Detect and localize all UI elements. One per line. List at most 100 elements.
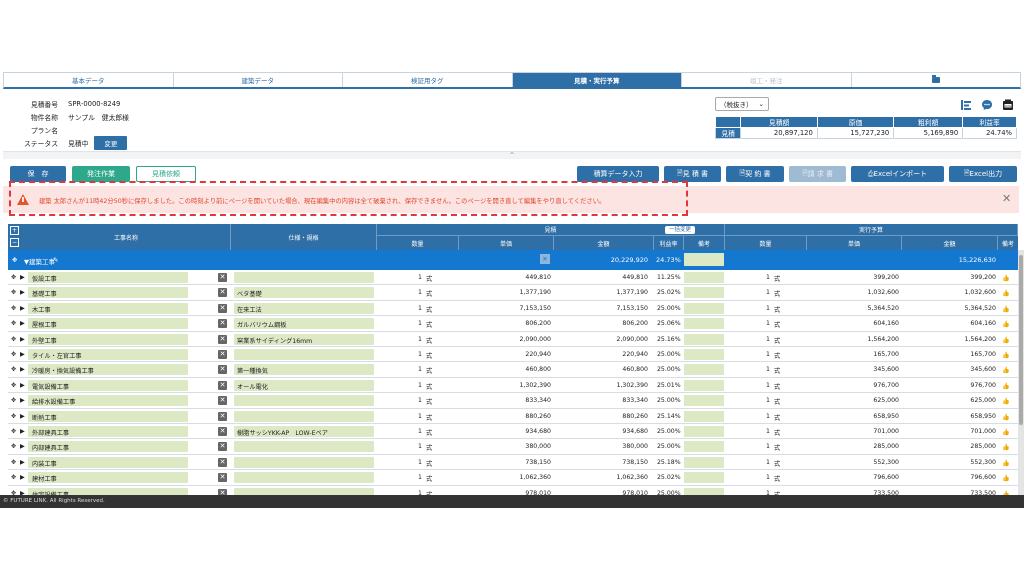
tab-verification-tag[interactable]: 検証用タグ	[343, 73, 513, 87]
drag-handle-icon[interactable]: ✥	[11, 289, 16, 296]
thumb-icon[interactable]: 👍	[1002, 320, 1010, 328]
table-row[interactable]: ✥ ▶ タイル・左官工事 ✕ 1 式 220,940 220,940 25.00% 1 式 165,7…	[8, 347, 1018, 363]
note-field[interactable]	[684, 302, 724, 314]
expand-icon[interactable]: ▶	[20, 274, 25, 281]
drag-handle-icon[interactable]: ✥	[11, 382, 16, 389]
expand-icon[interactable]: ▶	[20, 443, 25, 450]
drag-handle-icon[interactable]: ✥	[11, 320, 16, 327]
expand-icon[interactable]: ▶	[20, 474, 25, 481]
estimate-doc-button[interactable]: 🗎 見 積 書	[664, 166, 721, 182]
bulk-change-button[interactable]: 一括変更	[662, 226, 698, 234]
table-row[interactable]: ✥ ▶ 建材工事 ✕ 1 式 1,062,360 1,062,360 25.02% 1 式 796,6…	[8, 470, 1018, 486]
table-row[interactable]: ✥ ▶ 内部建具工事 ✕ 1 式 380,000 380,000 25.00% 1 式 285,000…	[8, 439, 1018, 455]
expand-icon[interactable]: ▶	[20, 305, 25, 312]
spec-field[interactable]	[234, 395, 374, 407]
expand-icon[interactable]: ▶	[20, 428, 25, 435]
drag-handle-icon[interactable]: ✥	[11, 336, 16, 343]
drag-handle-icon[interactable]: ✥	[11, 305, 16, 312]
table-row[interactable]: ✥ ▶ 木工事 ✕ 在来工法 1 式 7,153,150 7,153,150 25.00% 1 式 5,…	[8, 301, 1018, 317]
drag-handle-icon[interactable]: ✥	[11, 274, 16, 281]
drag-handle-icon[interactable]: ✥	[12, 256, 17, 264]
delete-icon[interactable]: ✕	[218, 457, 227, 467]
delete-icon[interactable]: ✕	[218, 334, 227, 344]
delete-icon[interactable]: ✕	[218, 411, 227, 421]
order-work-button[interactable]: 発注作業	[72, 166, 130, 182]
change-status-button[interactable]: 変更	[94, 135, 128, 150]
delete-icon[interactable]: ✕	[218, 303, 227, 313]
estimate-request-button[interactable]: 見積依頼	[136, 166, 196, 182]
thumb-icon[interactable]: 👍	[1002, 459, 1010, 467]
scrollbar-thumb[interactable]	[1019, 255, 1023, 425]
thumb-icon[interactable]: 👍	[1002, 305, 1010, 313]
drag-handle-icon[interactable]: ✥	[11, 413, 16, 420]
delete-icon[interactable]: ✕	[218, 288, 227, 298]
table-row[interactable]: ✥ ▶ 電気設備工事 ✕ オール電化 1 式 1,302,390 1,302,390 25.01%…	[8, 378, 1018, 394]
spec-field[interactable]	[234, 349, 374, 360]
edit-icon[interactable]: ✎	[53, 256, 58, 264]
note-field[interactable]	[684, 472, 724, 484]
table-row[interactable]: ✥ ▶ 屋根工事 ✕ ガルバリウム鋼板 1 式 806,200 806,200 25.06% 1 式 6…	[8, 316, 1018, 332]
note-field[interactable]	[684, 456, 724, 468]
tab-basic-data[interactable]: 基本データ	[4, 73, 174, 87]
table-row[interactable]: ✥ ▶ 冷暖房・換気設備工事 ✕ 第一種換気 1 式 460,800 460,800 25.00%…	[8, 362, 1018, 378]
expand-icon[interactable]: ▶	[20, 382, 25, 389]
thumb-icon[interactable]: 👍	[1002, 336, 1010, 344]
item-name-field[interactable]	[28, 302, 188, 314]
expand-icon[interactable]: ▶	[20, 413, 25, 420]
expand-icon[interactable]: ▶	[20, 320, 25, 327]
delete-icon[interactable]: ✕	[218, 273, 227, 282]
tab-building-data[interactable]: 建築データ	[174, 73, 343, 87]
drag-handle-icon[interactable]: ✥	[11, 428, 16, 435]
thumb-icon[interactable]: 👍	[1002, 428, 1010, 436]
log-icon[interactable]: LOG	[1002, 99, 1014, 111]
delete-icon[interactable]: ✕	[218, 350, 227, 359]
table-row[interactable]: ✥ ▶ 外壁工事 ✕ 窯業系サイディング16mm 1 式 2,090,000 2,090,000…	[8, 332, 1018, 347]
table-row[interactable]: ✥ ▶ 給排水設備工事 ✕ 1 式 833,340 833,340 25.00% 1 式 625,00…	[8, 393, 1018, 409]
close-icon[interactable]: ✕	[1002, 192, 1011, 205]
spec-field[interactable]	[234, 410, 374, 422]
category-row[interactable]: ✥ ▼建築工事 ✎ ✕ 20,229,920 24.73% 15,226,630	[8, 250, 1018, 270]
note-field[interactable]	[684, 318, 724, 330]
note-field[interactable]	[684, 287, 724, 299]
delete-icon[interactable]: ✕	[218, 442, 227, 452]
contract-doc-button[interactable]: 🗎 契 約 書	[726, 166, 784, 182]
note-field[interactable]	[684, 349, 724, 360]
thumb-icon[interactable]: 👍	[1002, 443, 1010, 451]
expand-icon[interactable]: ▶	[20, 289, 25, 296]
note-field[interactable]	[684, 426, 724, 437]
spec-field[interactable]	[234, 456, 374, 468]
note-field[interactable]	[684, 272, 724, 283]
spec-field[interactable]	[234, 441, 374, 453]
table-row[interactable]: ✥ ▶ 基礎工事 ✕ ベタ基礎 1 式 1,377,190 1,377,190 25.02% 1 式 1…	[8, 285, 1018, 301]
thumb-icon[interactable]: 👍	[1002, 413, 1010, 421]
thumb-icon[interactable]: 👍	[1002, 366, 1010, 374]
collapse-all-icon[interactable]: −	[10, 238, 19, 247]
spec-field[interactable]	[234, 272, 374, 283]
delete-icon[interactable]: ✕	[540, 254, 550, 264]
tax-select[interactable]: （税抜き） ⌄	[715, 97, 769, 111]
note-field[interactable]	[684, 379, 724, 391]
expand-icon[interactable]: ▶	[20, 397, 25, 404]
excel-import-button[interactable]: ⎙ Excelインポート	[851, 166, 944, 182]
table-row[interactable]: ✥ ▶ 外部建具工事 ✕ 樹脂サッシYKK-AP LOW-Eペア 1 式 934,680 934…	[8, 424, 1018, 440]
note-field[interactable]	[684, 333, 724, 345]
delete-icon[interactable]: ✕	[218, 427, 227, 436]
calc-data-input-button[interactable]: 積算データ入力	[577, 166, 659, 182]
expand-all-icon[interactable]: +	[10, 226, 19, 235]
drag-handle-icon[interactable]: ✥	[11, 443, 16, 450]
table-row[interactable]: ✥ ▶ 断熱工事 ✕ 1 式 880,260 880,260 25.14% 1 式 658,950 65…	[8, 409, 1018, 424]
thumb-icon[interactable]: 👍	[1002, 274, 1010, 282]
category-note-field[interactable]	[684, 253, 724, 266]
expand-icon[interactable]: ▶	[20, 459, 25, 466]
list-view-icon[interactable]	[960, 99, 972, 111]
note-field[interactable]	[684, 395, 724, 407]
delete-icon[interactable]: ✕	[218, 473, 227, 483]
note-field[interactable]	[684, 441, 724, 453]
save-button[interactable]: 保 存	[10, 166, 66, 182]
thumb-icon[interactable]: 👍	[1002, 351, 1010, 359]
table-row[interactable]: ✥ ▶ 仮設工事 ✕ 1 式 449,810 449,810 11.25% 1 式 399,200 39…	[8, 270, 1018, 286]
tab-files[interactable]	[852, 73, 1021, 87]
drag-handle-icon[interactable]: ✥	[11, 351, 16, 358]
collapse-toggle[interactable]: ^	[3, 151, 1021, 159]
table-row[interactable]: ✥ ▶ 内装工事 ✕ 1 式 738,150 738,150 25.18% 1 式 552,300 55…	[8, 455, 1018, 471]
